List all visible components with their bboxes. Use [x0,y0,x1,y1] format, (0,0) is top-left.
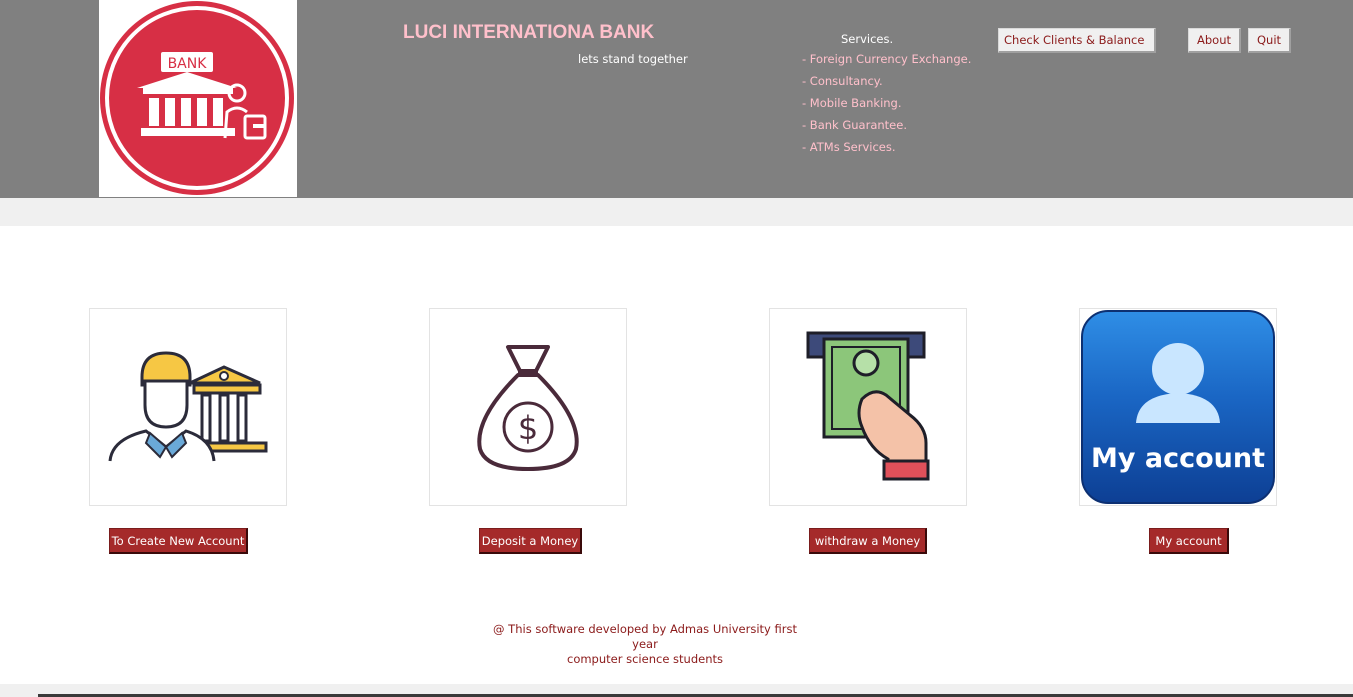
bank-logo: BANK [99,0,297,197]
footer-credit: @ This software developed by Admas Unive… [480,622,810,667]
service-item: - Foreign Currency Exchange. [802,52,972,66]
services-list: - Foreign Currency Exchange. - Consultan… [802,52,971,162]
footer-line: @ This software developed by Admas Unive… [493,622,797,651]
separator-strip [0,198,1353,226]
service-item: - Mobile Banking. [802,96,902,110]
svg-text:$: $ [518,409,538,447]
my-account-icon: My account [1081,310,1275,504]
about-button[interactable]: About [1188,28,1241,53]
service-item: - Bank Guarantee. [802,118,907,132]
withdraw-button[interactable]: withdraw a Money [809,528,927,554]
deposit-button[interactable]: Deposit a Money [479,528,582,554]
services-title: Services. [841,32,894,46]
header: BANK LUCI INTERNATIONA BANK lets stand t… [0,0,1353,198]
my-account-icon-text: My account [1091,443,1265,474]
quit-button[interactable]: Quit [1248,28,1291,53]
footer-line: computer science students [567,652,723,666]
service-item: - ATMs Services. [802,140,896,154]
service-item: - Consultancy. [802,74,883,88]
money-bag-icon: $ [477,345,579,471]
my-account-button[interactable]: My account [1149,528,1229,554]
bank-tagline: lets stand together [578,52,688,66]
logo-text: BANK [168,56,208,72]
bank-title: LUCI INTERNATIONA BANK [403,22,655,43]
bank-logo-icon: BANK [100,1,294,195]
deposit-image[interactable]: $ [429,308,627,506]
create-account-image[interactable] [89,308,287,506]
atm-cash-icon [806,331,930,481]
create-account-button[interactable]: To Create New Account [109,528,248,554]
withdraw-image[interactable] [769,308,967,506]
customer-bank-icon [108,351,268,462]
check-clients-balance-button[interactable]: Check Clients & Balance [998,28,1156,53]
my-account-image[interactable]: My account [1079,308,1277,506]
